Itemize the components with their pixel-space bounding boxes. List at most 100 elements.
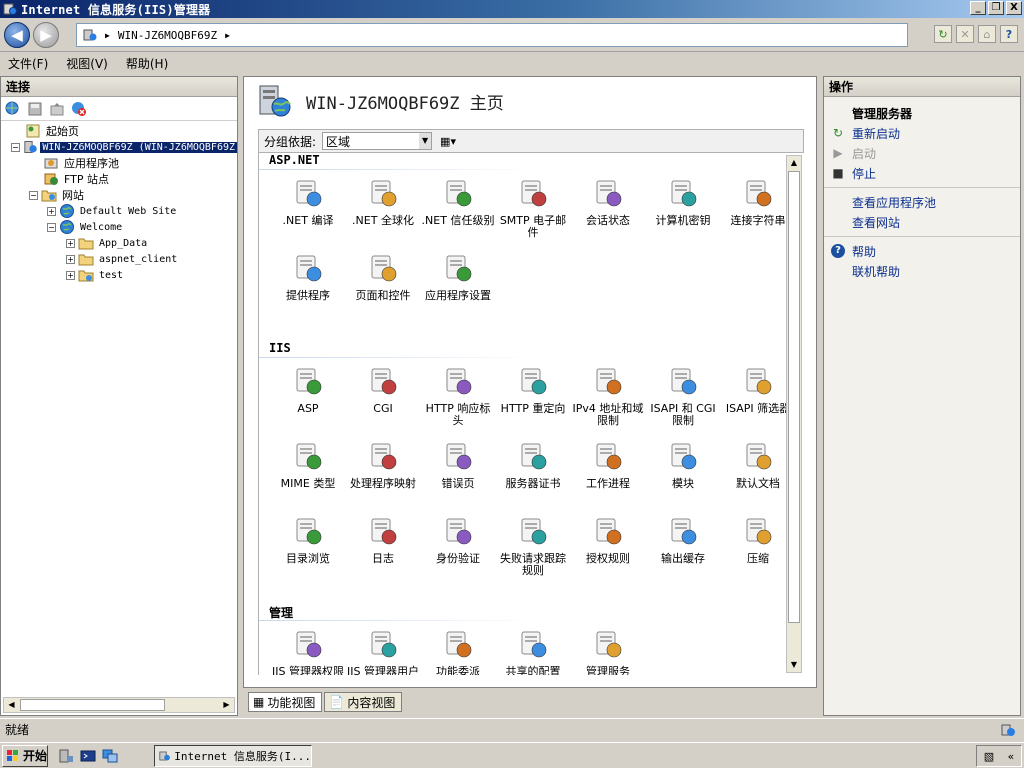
- powershell-icon[interactable]: [80, 748, 96, 764]
- refresh-button[interactable]: ↻: [934, 25, 952, 43]
- feature-item[interactable]: 默认文档: [721, 438, 795, 490]
- stop-nav-button[interactable]: ✕: [956, 25, 974, 43]
- feature-item[interactable]: IIS 管理器用户: [346, 626, 420, 675]
- feature-item[interactable]: 应用程序设置: [421, 250, 495, 302]
- tray-expand-icon[interactable]: «: [1008, 750, 1015, 763]
- chevron-down-icon[interactable]: ▼: [419, 133, 432, 149]
- feature-item[interactable]: 模块: [646, 438, 720, 490]
- feature-item[interactable]: IIS 管理器权限: [271, 626, 345, 675]
- help-button[interactable]: ?: [1000, 25, 1018, 43]
- action-link[interactable]: 查看应用程序池: [824, 192, 1020, 212]
- feature-item[interactable]: 处理程序映射: [346, 438, 420, 490]
- vertical-scrollbar[interactable]: ▲ ▼: [786, 155, 802, 673]
- group-by-select[interactable]: 区域 ▼: [322, 132, 433, 150]
- scroll-down-icon[interactable]: ▼: [787, 658, 801, 672]
- tree-item-websites[interactable]: − 网站: [1, 187, 237, 203]
- feature-item[interactable]: 会话状态: [571, 175, 645, 227]
- feature-item[interactable]: 服务器证书: [496, 438, 570, 490]
- expand-toggle[interactable]: +: [47, 206, 56, 216]
- feature-item[interactable]: HTTP 响应标头: [421, 363, 495, 427]
- scroll-left-icon[interactable]: ◀: [4, 698, 19, 712]
- home-button[interactable]: ⌂: [978, 25, 996, 43]
- feature-item[interactable]: 工作进程: [571, 438, 645, 490]
- tree-item-welcome[interactable]: − Welcome: [1, 219, 237, 235]
- explorer-icon[interactable]: [102, 748, 118, 764]
- feature-item[interactable]: 日志: [346, 513, 420, 565]
- feature-item[interactable]: SMTP 电子邮件: [496, 175, 570, 239]
- scroll-up-icon[interactable]: ▲: [787, 156, 801, 170]
- back-button[interactable]: ◀: [4, 22, 30, 48]
- tree-item-app-pools[interactable]: 应用程序池: [1, 155, 237, 171]
- breadcrumb-separator[interactable]: ▶: [105, 31, 110, 40]
- tree-item-start-page[interactable]: 起始页: [1, 123, 237, 139]
- collapse-toggle[interactable]: −: [11, 142, 20, 152]
- feature-item[interactable]: 页面和控件: [346, 250, 420, 302]
- up-level-icon[interactable]: [49, 101, 65, 117]
- feature-item[interactable]: 目录浏览: [271, 513, 345, 565]
- breadcrumb-server[interactable]: WIN-JZ6MOQBF69Z: [118, 29, 217, 42]
- action-stop[interactable]: ■ 停止: [824, 163, 1020, 183]
- expand-toggle[interactable]: +: [66, 270, 75, 280]
- feature-item[interactable]: .NET 信任级别: [421, 175, 495, 227]
- feature-item[interactable]: ASP: [271, 363, 345, 415]
- action-link[interactable]: 联机帮助: [824, 261, 1020, 281]
- feature-item[interactable]: 管理服务: [571, 626, 645, 675]
- feature-item[interactable]: 功能委派: [421, 626, 495, 675]
- collapse-toggle[interactable]: −: [29, 190, 38, 200]
- expand-toggle[interactable]: +: [66, 254, 75, 264]
- feature-item[interactable]: 错误页: [421, 438, 495, 490]
- start-button[interactable]: 开始: [2, 744, 48, 767]
- breadcrumb-separator[interactable]: ▶: [225, 31, 230, 40]
- action-link[interactable]: 查看网站: [824, 212, 1020, 232]
- menu-view[interactable]: 视图(V): [66, 55, 108, 72]
- feature-item[interactable]: CGI: [346, 363, 420, 415]
- feature-item[interactable]: MIME 类型: [271, 438, 345, 490]
- tree-item-default-web-site[interactable]: + Default Web Site: [1, 203, 237, 219]
- feature-item[interactable]: IPv4 地址和域限制: [571, 363, 645, 427]
- horizontal-scrollbar[interactable]: ◀ ▶: [3, 697, 235, 713]
- feature-item[interactable]: 失败请求跟踪规则: [496, 513, 570, 577]
- forward-button[interactable]: ▶: [33, 22, 59, 48]
- server-manager-icon[interactable]: [58, 748, 74, 764]
- tray-network-icon[interactable]: ▧: [984, 750, 994, 763]
- feature-item[interactable]: .NET 全球化: [346, 175, 420, 227]
- tree-item-server[interactable]: − WIN-JZ6MOQBF69Z (WIN-JZ6MOQBF69Z: [1, 139, 237, 155]
- feature-item[interactable]: 提供程序: [271, 250, 345, 302]
- tree-item-test[interactable]: + test: [1, 267, 237, 283]
- tab-features-view[interactable]: ▦ 功能视图: [248, 692, 323, 712]
- feature-item[interactable]: 计算机密钥: [646, 175, 720, 227]
- feature-item[interactable]: 授权规则: [571, 513, 645, 565]
- disconnect-icon[interactable]: [71, 101, 87, 117]
- tree-item-ftp-sites[interactable]: FTP 站点: [1, 171, 237, 187]
- feature-item[interactable]: 输出缓存: [646, 513, 720, 565]
- expand-toggle[interactable]: +: [66, 238, 75, 248]
- restore-button[interactable]: ❐: [988, 1, 1004, 15]
- feature-item[interactable]: HTTP 重定向: [496, 363, 570, 415]
- menu-file[interactable]: 文件(F): [8, 55, 48, 72]
- action-restart[interactable]: ↻ 重新启动: [824, 123, 1020, 143]
- feature-item[interactable]: 压缩: [721, 513, 795, 565]
- feature-item[interactable]: .NET 编译: [271, 175, 345, 227]
- action-start[interactable]: ▶ 启动: [824, 143, 1020, 163]
- view-mode-button[interactable]: ▦▾: [440, 135, 456, 148]
- tree-item-app-data[interactable]: + App_Data: [1, 235, 237, 251]
- feature-item[interactable]: 连接字符串: [721, 175, 795, 227]
- feature-item[interactable]: ISAPI 筛选器: [721, 363, 795, 415]
- collapse-toggle[interactable]: −: [47, 222, 56, 232]
- title-bar[interactable]: Internet 信息服务(IIS)管理器 _ ❐ X: [0, 0, 1024, 18]
- minimize-button[interactable]: _: [970, 1, 986, 15]
- address-field[interactable]: ▶ WIN-JZ6MOQBF69Z ▶: [76, 23, 908, 47]
- connect-globe-icon[interactable]: [5, 101, 21, 117]
- action-help[interactable]: ? 帮助: [824, 241, 1020, 261]
- scroll-thumb[interactable]: [20, 699, 165, 711]
- menu-help[interactable]: 帮助(H): [126, 55, 168, 72]
- save-icon[interactable]: [27, 101, 43, 117]
- tab-content-view[interactable]: 📄 内容视图: [324, 692, 403, 712]
- scroll-thumb[interactable]: [788, 171, 800, 623]
- feature-item[interactable]: 身份验证: [421, 513, 495, 565]
- feature-item[interactable]: ISAPI 和 CGI 限制: [646, 363, 720, 427]
- tree-item-aspnet-client[interactable]: + aspnet_client: [1, 251, 237, 267]
- close-button[interactable]: X: [1006, 1, 1022, 15]
- scroll-right-icon[interactable]: ▶: [219, 698, 234, 712]
- feature-item[interactable]: 共享的配置: [496, 626, 570, 675]
